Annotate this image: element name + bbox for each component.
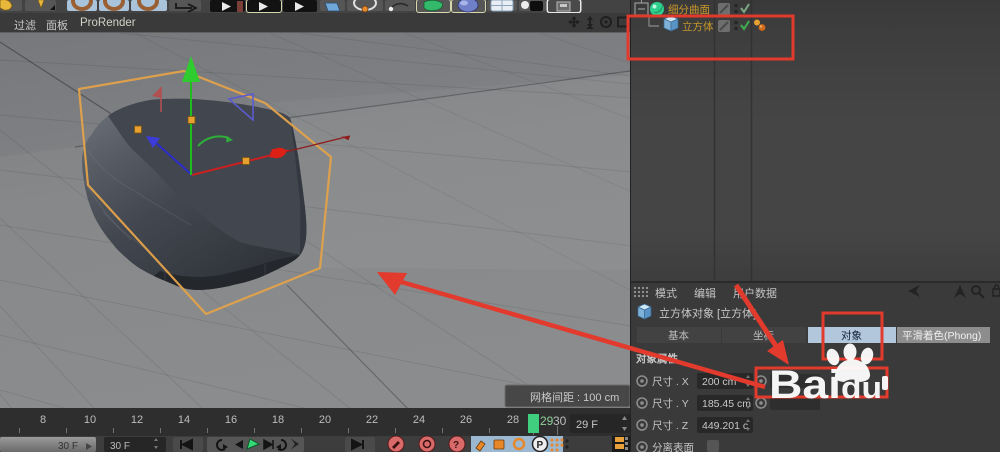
svg-text:Bai: Bai	[769, 363, 841, 407]
